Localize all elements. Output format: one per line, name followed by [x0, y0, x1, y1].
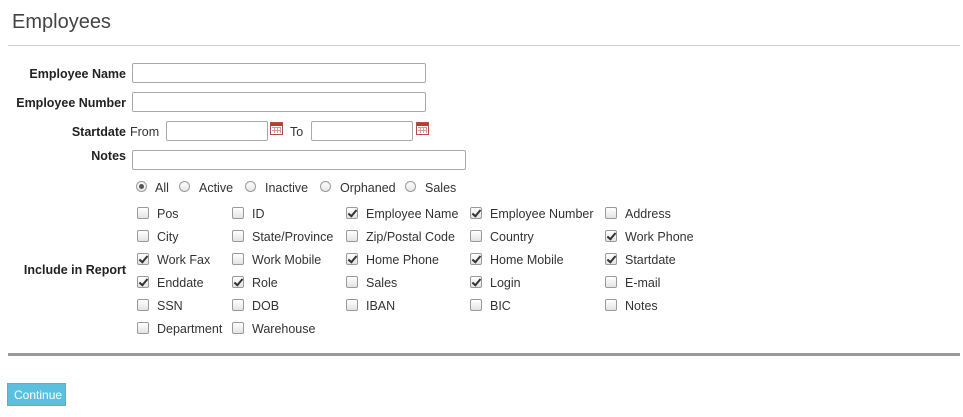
- report-checkbox-pos[interactable]: [137, 207, 149, 219]
- report-label-state-province: State/Province: [252, 230, 334, 244]
- report-label-work-fax: Work Fax: [157, 253, 211, 267]
- report-checkbox-dob[interactable]: [232, 299, 244, 311]
- status-label-active: Active: [199, 181, 234, 195]
- report-label-sales: Sales: [366, 276, 398, 290]
- report-checkbox-sales[interactable]: [346, 276, 358, 288]
- report-checkbox-work-phone[interactable]: [605, 230, 617, 242]
- report-label-zip-postal-code: Zip/Postal Code: [366, 230, 455, 244]
- startdate-to-input[interactable]: [311, 121, 413, 141]
- report-label-enddate: Enddate: [157, 276, 204, 290]
- employee-name-label: Employee Name: [29, 67, 126, 81]
- status-label-all: All: [155, 181, 169, 195]
- report-label-country: Country: [490, 230, 534, 244]
- status-radio-sales[interactable]: [405, 181, 416, 192]
- status-label-sales: Sales: [425, 181, 457, 195]
- report-label-work-mobile: Work Mobile: [252, 253, 322, 267]
- report-checkbox-login[interactable]: [470, 276, 482, 288]
- report-label-city: City: [157, 230, 179, 244]
- report-checkbox-city[interactable]: [137, 230, 149, 242]
- report-label-employee-name: Employee Name: [366, 207, 459, 221]
- title-divider: [8, 45, 960, 46]
- include-in-report-label: Include in Report: [23, 263, 126, 277]
- report-checkbox-zip-postal-code[interactable]: [346, 230, 358, 242]
- report-label-address: Address: [625, 207, 671, 221]
- report-label-login: Login: [490, 276, 521, 290]
- report-checkbox-warehouse[interactable]: [232, 322, 244, 334]
- report-checkbox-country[interactable]: [470, 230, 482, 242]
- report-label-ssn: SSN: [157, 299, 183, 313]
- report-label-notes: Notes: [625, 299, 658, 313]
- page-title: Employees: [12, 11, 111, 33]
- notes-input[interactable]: [132, 150, 466, 170]
- report-label-home-mobile: Home Mobile: [490, 253, 564, 267]
- report-label-e-mail: E-mail: [625, 276, 661, 290]
- report-checkbox-work-mobile[interactable]: [232, 253, 244, 265]
- calendar-icon[interactable]: [270, 122, 283, 135]
- report-label-startdate: Startdate: [625, 253, 676, 267]
- report-checkbox-home-mobile[interactable]: [470, 253, 482, 265]
- report-checkbox-id[interactable]: [232, 207, 244, 219]
- employee-name-input[interactable]: [132, 63, 426, 83]
- report-checkbox-bic[interactable]: [470, 299, 482, 311]
- startdate-to-label: To: [290, 125, 304, 139]
- status-radio-inactive[interactable]: [245, 181, 256, 192]
- report-checkbox-notes[interactable]: [605, 299, 617, 311]
- status-label-orphaned: Orphaned: [340, 181, 396, 195]
- startdate-from-label: From: [130, 125, 160, 139]
- report-label-role: Role: [252, 276, 278, 290]
- continue-button[interactable]: Continue: [7, 383, 66, 406]
- employee-number-input[interactable]: [132, 92, 426, 112]
- employee-number-label: Employee Number: [16, 96, 126, 110]
- report-label-bic: BIC: [490, 299, 511, 313]
- status-radio-orphaned[interactable]: [320, 181, 331, 192]
- report-checkbox-work-fax[interactable]: [137, 253, 149, 265]
- report-checkbox-home-phone[interactable]: [346, 253, 358, 265]
- report-checkbox-employee-number[interactable]: [470, 207, 482, 219]
- form-divider: [8, 353, 960, 356]
- status-radio-active[interactable]: [179, 181, 190, 192]
- report-checkbox-employee-name[interactable]: [346, 207, 358, 219]
- report-checkbox-enddate[interactable]: [137, 276, 149, 288]
- report-checkbox-iban[interactable]: [346, 299, 358, 311]
- report-label-work-phone: Work Phone: [625, 230, 694, 244]
- report-label-iban: IBAN: [366, 299, 396, 313]
- report-checkbox-ssn[interactable]: [137, 299, 149, 311]
- notes-label: Notes: [91, 149, 126, 163]
- report-label-id: ID: [252, 207, 265, 221]
- report-checkbox-department[interactable]: [137, 322, 149, 334]
- report-label-pos: Pos: [157, 207, 179, 221]
- report-label-employee-number: Employee Number: [490, 207, 594, 221]
- report-checkbox-address[interactable]: [605, 207, 617, 219]
- status-label-inactive: Inactive: [265, 181, 309, 195]
- status-radio-all[interactable]: [136, 181, 147, 192]
- report-label-department: Department: [157, 322, 223, 336]
- startdate-label: Startdate: [71, 125, 126, 139]
- report-checkbox-state-province[interactable]: [232, 230, 244, 242]
- calendar-icon[interactable]: [416, 122, 429, 135]
- report-checkbox-startdate[interactable]: [605, 253, 617, 265]
- report-checkbox-role[interactable]: [232, 276, 244, 288]
- report-label-warehouse: Warehouse: [252, 322, 316, 336]
- startdate-from-input[interactable]: [166, 121, 268, 141]
- report-checkbox-e-mail[interactable]: [605, 276, 617, 288]
- report-label-home-phone: Home Phone: [366, 253, 439, 267]
- report-label-dob: DOB: [252, 299, 280, 313]
